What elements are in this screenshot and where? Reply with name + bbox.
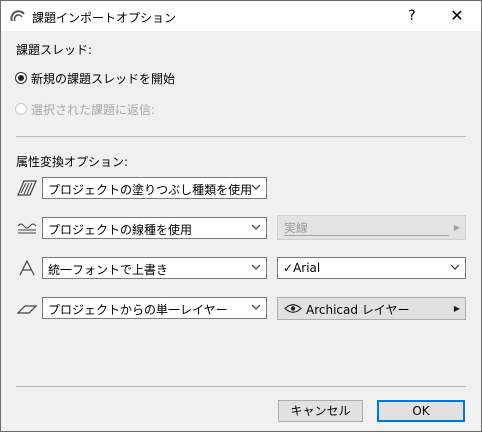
divider bbox=[16, 136, 466, 137]
font-family-name: Arial bbox=[293, 261, 321, 275]
chevron-right-icon: ▶ bbox=[453, 223, 460, 232]
chevron-down-icon bbox=[450, 264, 460, 270]
divider bbox=[16, 386, 466, 387]
fill-type-value: プロジェクトの塗りつぶし種類を使用 bbox=[48, 183, 253, 197]
chevron-right-icon: ▶ bbox=[453, 304, 460, 313]
help-button[interactable]: ? bbox=[394, 4, 430, 28]
title-bar[interactable]: 課題インポートオプション ? ✕ bbox=[1, 1, 481, 31]
font-icon bbox=[19, 260, 35, 276]
radio-new-thread[interactable]: 新規の課題スレッドを開始 bbox=[15, 69, 175, 87]
line-type-value: プロジェクトの線種を使用 bbox=[48, 223, 193, 237]
attribute-section-label: 属性変換オプション: bbox=[16, 155, 129, 169]
layer-name: Archicad レイヤー bbox=[306, 303, 410, 317]
radio-button-disabled[interactable] bbox=[15, 103, 27, 115]
import-options-dialog: 課題インポートオプション ? ✕ 課題スレッド: 新規の課題スレッドを開始 選択… bbox=[0, 0, 482, 432]
layer-picker-button[interactable]: Archicad レイヤー ▶ bbox=[277, 297, 466, 320]
window-title: 課題インポートオプション bbox=[32, 11, 177, 25]
line-type-picker-disabled[interactable]: 実線 ▶ bbox=[277, 215, 466, 240]
radio-reply-selected[interactable]: 選択された課題に返信: bbox=[15, 100, 155, 118]
solid-line-label: 実線 bbox=[284, 221, 309, 235]
layer-option-value: プロジェクトからの単一レイヤー bbox=[48, 303, 228, 317]
chevron-down-icon bbox=[251, 224, 261, 230]
cancel-button[interactable]: キャンセル bbox=[278, 400, 363, 422]
layer-option-select[interactable]: プロジェクトからの単一レイヤー bbox=[42, 297, 267, 319]
eye-icon bbox=[284, 304, 302, 313]
line-type-icon bbox=[17, 223, 37, 234]
thread-section-label: 課題スレッド: bbox=[16, 43, 93, 57]
ok-button[interactable]: OK bbox=[377, 400, 465, 422]
radio-button-selected[interactable] bbox=[15, 72, 27, 84]
font-family-select[interactable]: ✓Arial bbox=[277, 257, 466, 279]
font-family-value: ✓Arial bbox=[283, 261, 320, 275]
chevron-down-icon bbox=[251, 264, 261, 270]
radio-reply-label: 選択された課題に返信: bbox=[31, 102, 156, 117]
archicad-app-icon bbox=[10, 10, 25, 22]
font-option-value: 統一フォントで上書き bbox=[48, 263, 169, 277]
fill-type-select[interactable]: プロジェクトの塗りつぶし種類を使用 bbox=[42, 177, 267, 199]
chevron-down-icon bbox=[251, 304, 261, 310]
solid-line-preview bbox=[284, 235, 449, 236]
checkmark-icon: ✓ bbox=[283, 261, 294, 275]
layer-icon bbox=[17, 305, 37, 314]
close-button[interactable]: ✕ bbox=[437, 4, 477, 28]
line-type-select[interactable]: プロジェクトの線種を使用 bbox=[42, 217, 267, 239]
fill-pattern-icon bbox=[17, 180, 37, 196]
radio-new-thread-label: 新規の課題スレッドを開始 bbox=[31, 71, 176, 86]
font-option-select[interactable]: 統一フォントで上書き bbox=[42, 257, 267, 279]
chevron-down-icon bbox=[251, 184, 261, 190]
